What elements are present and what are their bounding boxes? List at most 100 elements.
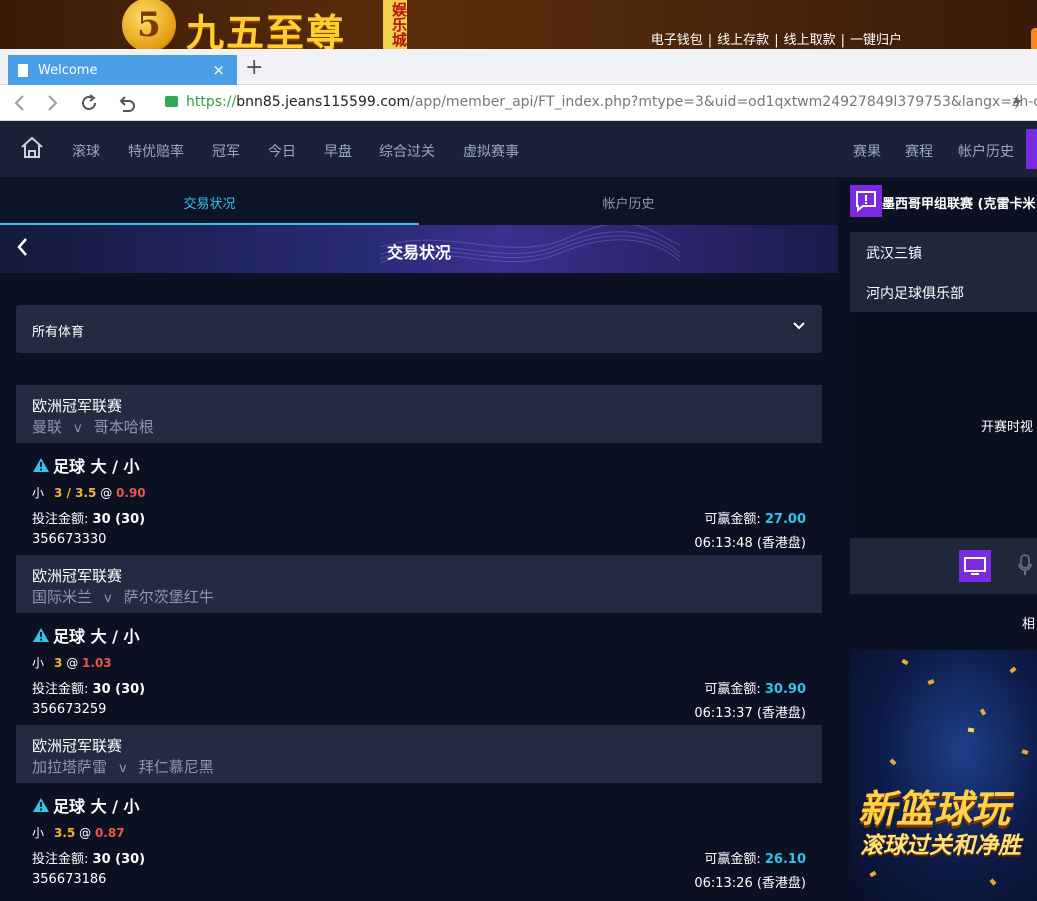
nav-item-parlay[interactable]: 综合过关 [379, 141, 435, 161]
document-icon [18, 63, 28, 77]
lightning-icon[interactable] [1011, 93, 1023, 111]
forward-icon[interactable] [46, 94, 60, 112]
live-video-panel[interactable]: 开赛时视 [850, 312, 1037, 538]
nav-item-today[interactable]: 今日 [268, 141, 296, 161]
new-tab-button[interactable]: + [245, 55, 263, 80]
bet-vs: v [74, 421, 82, 436]
confetti-decoration [901, 658, 909, 666]
bet-at: @ [100, 486, 113, 500]
banner-link-consolidate[interactable]: 一键归户 [850, 33, 902, 48]
related-label: 相 [1022, 617, 1036, 632]
nav-item-early[interactable]: 早盘 [324, 141, 352, 161]
page-header: 交易状况 [0, 225, 838, 273]
home-icon[interactable] [20, 136, 44, 160]
win-label: 可赢金额: [704, 512, 761, 527]
nav-item-account-history[interactable]: 帐户历史 [958, 141, 1014, 161]
message-icon [856, 191, 876, 213]
logo-coin-icon: 5 [122, 0, 176, 49]
live-team-1: 武汉三镇 [866, 246, 922, 262]
nav-item-inplay[interactable]: 滚球 [72, 141, 100, 161]
tv-button[interactable] [959, 550, 991, 582]
banner-orange-tab[interactable] [1031, 28, 1037, 49]
tab-title: Welcome [38, 62, 98, 78]
back-icon[interactable] [12, 94, 26, 112]
bet-vs: v [104, 591, 112, 606]
warning-icon [33, 798, 49, 812]
bet-handicap: 3.5 [54, 826, 76, 840]
kickoff-notice: 开赛时视 [981, 420, 1034, 435]
subtabs: 交易状况 帐户历史 [0, 177, 838, 225]
bet-league: 欧洲冠军联赛 [32, 397, 123, 415]
bet-type: 足球 大 / 小 [32, 793, 140, 817]
browser-address-bar: https://bnn85.jeans115599.com/app/member… [0, 85, 1037, 121]
warning-icon [33, 458, 49, 472]
bet-side: 小 [32, 656, 45, 670]
nav-item-outright[interactable]: 冠军 [212, 141, 240, 161]
bet-type: 足球 大 / 小 [32, 623, 140, 647]
close-tab-icon[interactable]: × [212, 61, 225, 79]
bet-league: 欧洲冠军联赛 [32, 567, 123, 585]
url-path: /app/member_api/FT_index.php?mtype=3&uid… [410, 94, 1037, 110]
stake-value: 30 (30) [92, 682, 146, 697]
stake-label: 投注金额: [32, 682, 89, 697]
nav-item-special-odds[interactable]: 特优赔率 [128, 141, 184, 161]
tab-transactions[interactable]: 交易状况 [0, 193, 419, 212]
bet-detail: 足球 大 / 小 小3 @ 1.03 投注金额: 30 (30) 可赢金额: 3… [16, 613, 822, 725]
bet-detail: 足球 大 / 小 小 3 / 3.5 @ 0.90 投注金额: 30 (30) 可… [16, 443, 822, 555]
confetti-decoration [869, 870, 877, 878]
bet-teams: 曼联 v 哥本哈根 [32, 416, 154, 437]
undo-icon[interactable] [117, 93, 137, 113]
nav-item-schedule[interactable]: 赛程 [905, 141, 933, 161]
bet-stake: 投注金额: 30 (30) [32, 678, 145, 697]
stake-label: 投注金额: [32, 852, 89, 867]
video-controls [850, 538, 1037, 594]
bet-home-team: 曼联 [32, 418, 63, 436]
bet-handicap: 3 [54, 656, 63, 670]
url-host: bnn85.jeans115599.com [236, 94, 411, 110]
bet-detail: 足球 大 / 小 小 3.5 @ 0.87 投注金额: 30 (30) 可赢金额:… [16, 783, 822, 895]
stake-value: 30 (30) [92, 512, 146, 527]
bet-time: 06:13:48 (香港盘) [694, 536, 806, 551]
confetti-decoration [889, 758, 897, 766]
bet-home-team: 加拉塔萨雷 [32, 758, 108, 776]
bet-selection: 小3 @ 1.03 [32, 654, 112, 671]
bet-header: 欧洲冠军联赛 曼联 v 哥本哈根 [16, 385, 822, 443]
banner-link-withdraw[interactable]: 线上取款 [784, 33, 836, 48]
logo-char: 5 [137, 5, 161, 45]
banner-link-separator: | [840, 33, 845, 48]
bet-time: 06:13:37 (香港盘) [694, 706, 806, 721]
live-match-teams: 武汉三镇 河内足球俱乐部 [850, 232, 1037, 312]
chat-button[interactable] [850, 185, 882, 217]
bet-side: 小 [32, 826, 45, 840]
nav-accent-button[interactable] [1026, 129, 1037, 169]
banner-link-wallet[interactable]: 电子钱包 [651, 33, 703, 48]
url-scheme: https:// [186, 94, 237, 110]
promo-banner[interactable]: 新篮球玩 滚球过关和净胜 [850, 650, 1037, 901]
reload-icon[interactable] [79, 93, 99, 113]
browser-tab-welcome[interactable]: Welcome × [8, 55, 237, 85]
bet-side: 小 [32, 486, 45, 500]
microphone-icon[interactable] [1018, 554, 1032, 576]
url-field[interactable]: https://bnn85.jeans115599.com/app/member… [165, 94, 1037, 110]
bet-type-label: 足球 大 / 小 [53, 797, 140, 816]
win-value: 26.10 [764, 852, 806, 867]
bet-at: @ [66, 656, 79, 670]
banner-link-deposit[interactable]: 线上存款 [717, 33, 769, 48]
live-match-league: 墨西哥甲组联赛 (克雷卡米 [882, 197, 1036, 212]
nav-item-results[interactable]: 赛果 [853, 141, 881, 161]
bet-ticket-id: 356673330 [32, 532, 107, 547]
bet-time: 06:13:26 (香港盘) [694, 876, 806, 891]
stake-value: 30 (30) [92, 852, 146, 867]
promo-subtitle: 滚球过关和净胜 [860, 832, 1021, 859]
nav-item-virtual[interactable]: 虚拟赛事 [463, 141, 519, 161]
live-team-2: 河内足球俱乐部 [866, 286, 964, 302]
bet-odds: 1.03 [82, 656, 112, 670]
tab-account-history[interactable]: 帐户历史 [419, 193, 838, 212]
sport-filter-select[interactable]: 所有体育 [16, 305, 822, 353]
bet-stake: 投注金额: 30 (30) [32, 508, 145, 527]
banner-link-separator: | [707, 33, 713, 48]
win-value: 30.90 [764, 682, 806, 697]
bet-win: 可赢金额: 26.10 [704, 848, 806, 867]
chevron-down-icon [793, 322, 805, 330]
site-nav: 滚球 特优赔率 冠军 今日 早盘 综合过关 虚拟赛事 赛果 赛程 帐户历史 [0, 121, 1037, 177]
